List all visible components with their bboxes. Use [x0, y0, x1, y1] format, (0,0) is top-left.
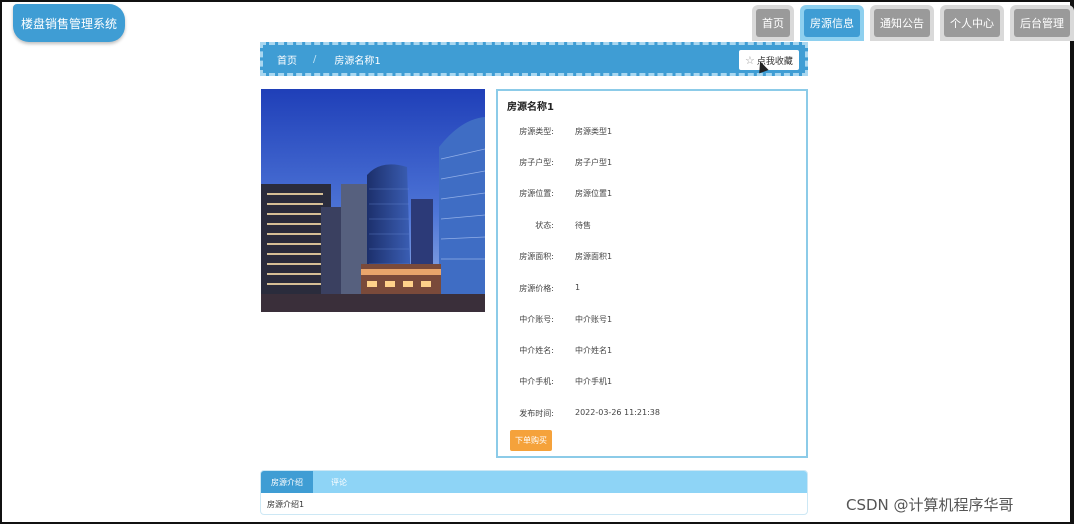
- watermark-text: CSDN @计算机程序华哥: [846, 496, 1014, 514]
- field-row: 房源位置: 房源位置1: [498, 188, 808, 202]
- field-row: 房源价格: 1: [498, 283, 808, 297]
- detail-tabs-panel: 房源介绍 评论 房源介绍1: [260, 470, 808, 515]
- field-label: 房源类型:: [519, 127, 554, 136]
- field-label: 房子户型:: [519, 158, 554, 167]
- field-row: 中介手机: 中介手机1: [498, 376, 808, 390]
- field-label: 中介手机:: [519, 377, 554, 386]
- nav-item-profile[interactable]: 个人中心: [940, 5, 1004, 41]
- field-row: 中介姓名: 中介姓名1: [498, 345, 808, 359]
- field-label: 发布时间:: [519, 409, 554, 418]
- app-logo[interactable]: 楼盘销售管理系统: [13, 4, 125, 42]
- nav-item-listings[interactable]: 房源信息: [800, 5, 864, 41]
- field-value: 中介姓名1: [575, 346, 613, 355]
- tabs-header: 房源介绍 评论: [261, 471, 807, 493]
- field-value: 房源类型1: [575, 127, 613, 136]
- field-label: 中介姓名:: [519, 346, 554, 355]
- breadcrumb: 首页 / 房源名称1 ☆ 点我收藏: [260, 42, 808, 76]
- field-row: 房源类型: 房源类型1: [498, 126, 808, 140]
- property-title: 房源名称1: [507, 102, 554, 113]
- property-info-card: 房源名称1 房源类型: 房源类型1 房子户型: 房子户型1 房源位置: 房源位置1 状…: [496, 89, 808, 458]
- field-value: 房源位置1: [575, 189, 613, 198]
- field-value: 中介手机1: [575, 377, 613, 386]
- breadcrumb-separator: /: [313, 53, 317, 65]
- nav-item-admin[interactable]: 后台管理: [1010, 5, 1074, 41]
- field-label: 房源位置:: [519, 189, 554, 198]
- tab-comments[interactable]: 评论: [313, 471, 365, 493]
- field-value: 2022-03-26 11:21:38: [575, 408, 660, 417]
- tab-content: 房源介绍1: [267, 500, 305, 509]
- field-row: 中介账号: 中介账号1: [498, 314, 808, 328]
- field-value: 房子户型1: [575, 158, 613, 167]
- field-value: 待售: [575, 221, 591, 230]
- field-row: 发布时间: 2022-03-26 11:21:38: [498, 408, 808, 422]
- field-row: 房子户型: 房子户型1: [498, 157, 808, 171]
- field-row: 房源面积: 房源面积1: [498, 251, 808, 265]
- field-value: 中介账号1: [575, 315, 613, 324]
- top-nav: 首页 房源信息 通知公告 个人中心 后台管理: [752, 5, 1074, 41]
- nav-item-home[interactable]: 首页: [752, 5, 794, 41]
- app-title: 楼盘销售管理系统: [20, 16, 117, 31]
- nav-item-notices[interactable]: 通知公告: [870, 5, 934, 41]
- field-value: 1: [575, 283, 581, 292]
- tab-property-intro[interactable]: 房源介绍: [261, 471, 313, 493]
- field-row: 状态: 待售: [498, 220, 808, 234]
- field-label: 状态:: [535, 221, 554, 230]
- breadcrumb-current: 房源名称1: [334, 55, 381, 67]
- breadcrumb-home-link[interactable]: 首页: [277, 52, 297, 67]
- field-label: 房源价格:: [519, 284, 554, 293]
- field-label: 中介账号:: [519, 315, 554, 324]
- field-value: 房源面积1: [575, 252, 613, 261]
- field-label: 房源面积:: [519, 252, 554, 261]
- star-icon: ☆: [745, 53, 755, 67]
- property-photo: [261, 89, 485, 312]
- order-button[interactable]: 下单购买: [510, 430, 552, 451]
- favorite-button[interactable]: ☆ 点我收藏: [739, 50, 799, 70]
